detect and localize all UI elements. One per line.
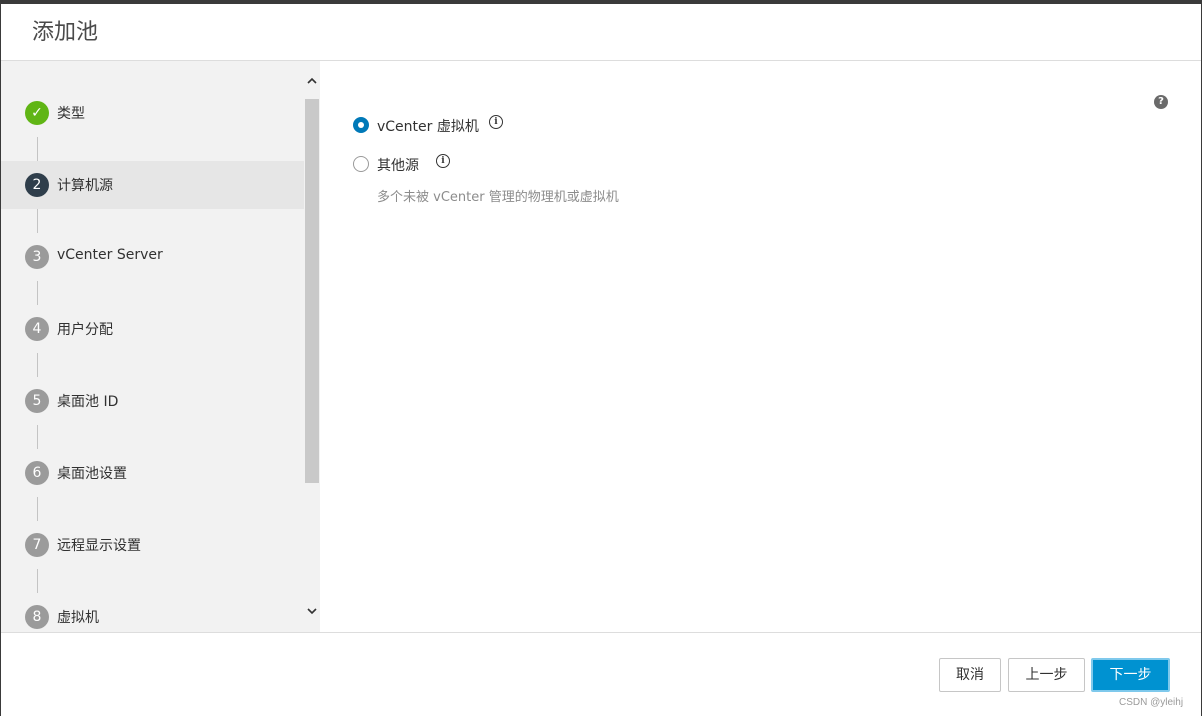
step-label: 计算机源 (57, 178, 113, 194)
cancel-button[interactable]: 取消 (939, 658, 1001, 692)
step-connector (37, 353, 38, 377)
help-icon[interactable]: ? (1154, 95, 1168, 109)
vcenter-vm-radio[interactable] (353, 117, 369, 133)
step-connector (37, 569, 38, 593)
step-number: 8 (25, 605, 49, 629)
step-connector (37, 209, 38, 233)
add-pool-dialog: 添加池 ✓ 类型 2 计算机源 3 vCenter Server 4 用户分配 (0, 0, 1202, 716)
dialog-header: 添加池 (1, 4, 1201, 61)
step-connector (37, 497, 38, 521)
wizard-content: ? vCenter 虚拟机 i 其他源 i 多个未被 vCenter 管理的物理… (320, 61, 1201, 632)
step-user-assignment[interactable]: 4 用户分配 (1, 305, 304, 353)
other-source-description: 多个未被 vCenter 管理的物理机或虚拟机 (377, 190, 619, 205)
step-connector (37, 137, 38, 161)
checkmark-icon: ✓ (25, 101, 49, 125)
step-number: 3 (25, 245, 49, 269)
dialog-title: 添加池 (32, 20, 99, 45)
step-label: vCenter Server (57, 247, 163, 263)
step-pool-id[interactable]: 5 桌面池 ID (1, 377, 304, 425)
step-pool-settings[interactable]: 6 桌面池设置 (1, 449, 304, 497)
step-number: 2 (25, 173, 49, 197)
step-number: 5 (25, 389, 49, 413)
other-source-radio[interactable] (353, 156, 369, 172)
back-button[interactable]: 上一步 (1008, 658, 1085, 692)
wizard-sidebar: ✓ 类型 2 计算机源 3 vCenter Server 4 用户分配 5 桌面 (1, 61, 320, 632)
step-label: 远程显示设置 (57, 538, 141, 554)
info-icon[interactable]: i (489, 115, 503, 129)
step-remote-display-settings[interactable]: 7 远程显示设置 (1, 521, 304, 569)
option-vcenter-vm[interactable]: vCenter 虚拟机 i (353, 115, 533, 135)
step-connector (37, 281, 38, 305)
info-icon[interactable]: i (436, 154, 450, 168)
chevron-down-icon[interactable] (306, 605, 318, 617)
option-other-source[interactable]: 其他源 i (353, 154, 483, 174)
step-computer-source[interactable]: 2 计算机源 (1, 161, 304, 209)
step-label: 桌面池设置 (57, 466, 127, 482)
chevron-up-icon[interactable] (306, 75, 318, 87)
step-number: 6 (25, 461, 49, 485)
sidebar-scrollbar[interactable] (304, 61, 320, 632)
watermark: CSDN @yleihj (1119, 697, 1184, 708)
scrollbar-thumb[interactable] (305, 99, 319, 483)
step-label: 虚拟机 (57, 610, 99, 626)
step-label: 类型 (57, 106, 85, 122)
option-label[interactable]: 其他源 (377, 155, 419, 175)
step-vcenter-server[interactable]: 3 vCenter Server (1, 233, 304, 281)
dialog-footer: 取消 上一步 下一步 CSDN @yleihj (1, 632, 1201, 716)
step-number: 4 (25, 317, 49, 341)
step-type[interactable]: ✓ 类型 (1, 89, 304, 137)
step-label: 桌面池 ID (57, 394, 119, 410)
step-number: 7 (25, 533, 49, 557)
wizard-steps: ✓ 类型 2 计算机源 3 vCenter Server 4 用户分配 5 桌面 (1, 61, 304, 632)
step-label: 用户分配 (57, 322, 113, 338)
next-button[interactable]: 下一步 (1091, 658, 1170, 692)
option-label[interactable]: vCenter 虚拟机 (377, 116, 479, 136)
step-connector (37, 425, 38, 449)
